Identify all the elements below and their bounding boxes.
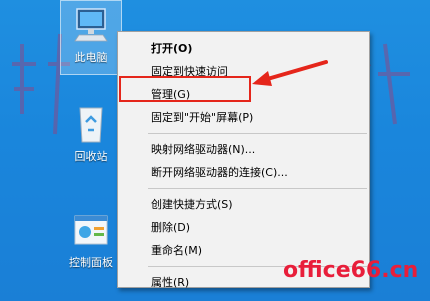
desktop-icon-recycle-bin[interactable]: 回收站: [60, 100, 122, 164]
menu-item-disconnect-drive[interactable]: 断开网络驱动器的连接(C)...: [118, 161, 369, 184]
context-menu: 打开(O) 固定到快速访问 管理(G) 固定到"开始"屏幕(P) 映射网络驱动器…: [117, 31, 370, 289]
desktop-icon-this-pc[interactable]: 此电脑: [60, 0, 122, 75]
menu-item-open[interactable]: 打开(O): [118, 37, 369, 60]
watermark-brand: office66.cn: [283, 258, 419, 283]
menu-item-map-drive[interactable]: 映射网络驱动器(N)...: [118, 138, 369, 161]
menu-item-create-shortcut[interactable]: 创建快捷方式(S): [118, 193, 369, 216]
control-panel-label: 控制面板: [69, 256, 113, 269]
recycle-bin-icon: [79, 107, 103, 143]
menu-separator: [148, 188, 367, 189]
manage-highlight-box: [119, 76, 251, 102]
menu-item-pin-start[interactable]: 固定到"开始"屏幕(P): [118, 106, 369, 129]
recycle-bin-label: 回收站: [74, 150, 108, 163]
menu-separator: [148, 133, 367, 134]
control-panel-icon: [74, 215, 108, 245]
annotation-arrow-icon: [252, 60, 328, 86]
this-pc-label: 此电脑: [74, 51, 108, 64]
menu-item-delete[interactable]: 删除(D): [118, 216, 369, 239]
desktop-icon-control-panel[interactable]: 控制面板: [60, 208, 122, 270]
computer-icon: [74, 8, 108, 42]
